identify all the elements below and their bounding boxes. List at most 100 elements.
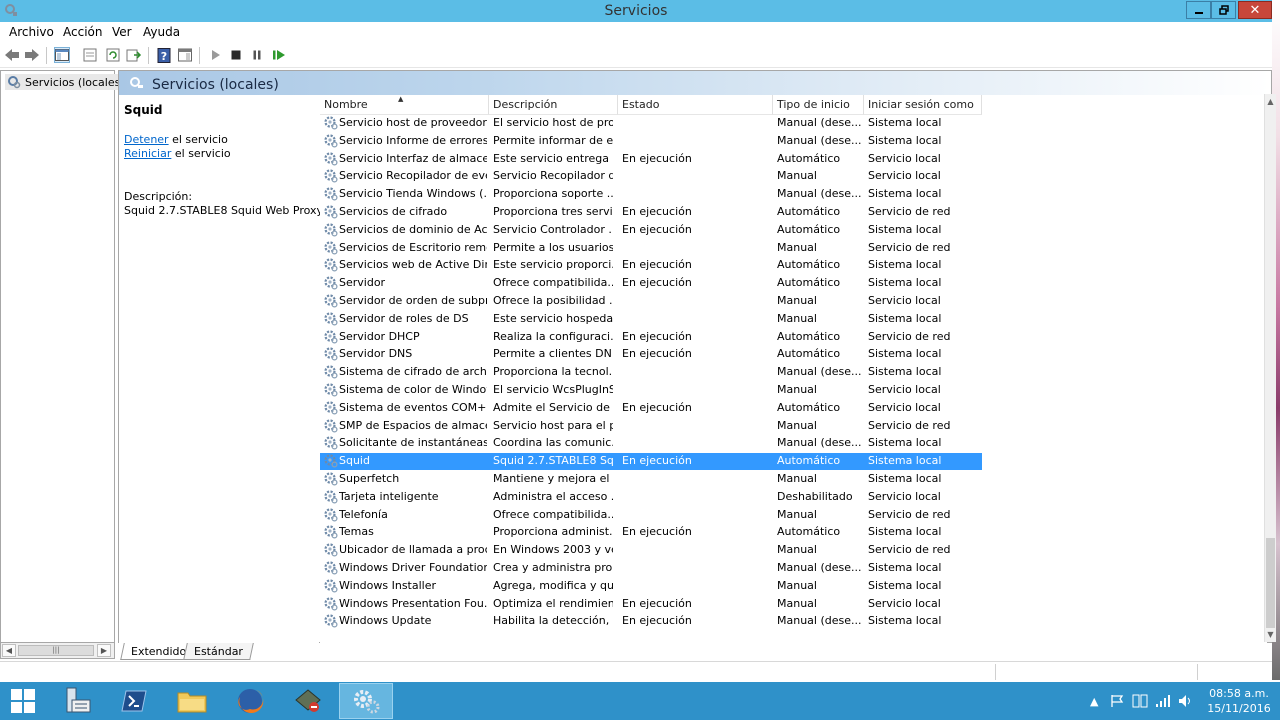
service-row[interactable]: Servidor DHCP Realiza la configuraci... En… (320, 329, 982, 346)
stop-service-button[interactable] (228, 47, 244, 63)
service-row[interactable]: Sistema de color de Windows El servicio W… (320, 382, 982, 399)
column-header-logon-as[interactable]: Iniciar sesión como (864, 95, 982, 115)
service-row[interactable]: Servicio Interfaz de almacen... Este serv… (320, 151, 982, 168)
service-description: Este servicio entrega n... (493, 151, 613, 165)
column-header-startup-type[interactable]: Tipo de inicio (773, 95, 864, 115)
minimize-button[interactable] (1186, 1, 1211, 19)
service-gear-icon (323, 151, 338, 166)
properties-button[interactable] (82, 47, 98, 63)
service-row[interactable]: Servicio Informe de errores ... Permite i… (320, 133, 982, 150)
stop-service-link[interactable]: Detener (124, 133, 169, 146)
service-gear-icon (323, 257, 338, 272)
windows-logo-icon (11, 689, 35, 713)
start-service-button[interactable] (207, 47, 223, 63)
server-manager-button[interactable] (50, 683, 104, 719)
service-row[interactable]: Windows Update Habilita la detección, ...… (320, 613, 982, 630)
restart-service-link[interactable]: Reiniciar (124, 147, 171, 160)
service-row[interactable]: Telefonía Ofrece compatibilida... Manual Se… (320, 507, 982, 524)
service-row[interactable]: Superfetch Mantiene y mejora el ... Manual… (320, 471, 982, 488)
action-center-icon[interactable] (1110, 692, 1124, 710)
services-gears-icon (354, 690, 380, 714)
service-row[interactable]: Temas Proporciona administ... En ejecución… (320, 524, 982, 541)
tab-extendido-label: Extendido (131, 645, 187, 658)
scroll-right-icon[interactable]: ▶ (97, 644, 111, 657)
console-tree: Servicios (locales) (0, 70, 127, 643)
service-row[interactable]: Servicios de cifrado Proporciona tres ser… (320, 204, 982, 221)
show-action-pane-button[interactable] (177, 47, 193, 63)
export-list-button[interactable] (126, 47, 142, 63)
service-logon-as: Servicio de red (868, 507, 951, 521)
service-row[interactable]: Servidor DNS Permite a clientes DN... En e… (320, 346, 982, 363)
service-row[interactable]: Servicios web de Active Dire... Este serv… (320, 257, 982, 274)
service-row[interactable]: SMP de Espacios de almace... Servicio hos… (320, 418, 982, 435)
service-row[interactable]: Servidor de roles de DS Este servicio hos… (320, 311, 982, 328)
refresh-button[interactable] (105, 47, 121, 63)
service-name: Windows Installer (339, 578, 437, 592)
service-gear-icon (323, 578, 338, 593)
network-status-icon[interactable] (1155, 692, 1171, 710)
tree-item-services-local[interactable]: Servicios (locales) (5, 74, 127, 90)
service-row[interactable]: Ubicador de llamada a proc... En Windows … (320, 542, 982, 559)
service-gear-icon (323, 613, 338, 628)
help-button[interactable]: ? (156, 47, 172, 63)
menu-archivo[interactable]: Archivo (9, 25, 54, 39)
scroll-down-icon[interactable]: ▼ (1265, 629, 1276, 640)
scroll-thumb[interactable]: ||| (18, 645, 94, 656)
restore-button[interactable] (1211, 1, 1236, 19)
scroll-left-icon[interactable]: ◀ (2, 644, 16, 657)
service-name: Servicio Interfaz de almacen... (339, 151, 487, 165)
restart-service-button[interactable] (271, 47, 287, 63)
pause-service-button[interactable] (249, 47, 265, 63)
network-tool-button[interactable] (281, 683, 335, 719)
tab-estandar[interactable]: Estándar (183, 643, 254, 660)
service-row[interactable]: Servicio Tienda Windows (... Proporciona … (320, 186, 982, 203)
service-row[interactable]: Servicio host de proveedor ... El servici… (320, 115, 982, 132)
forward-button[interactable] (24, 47, 40, 63)
volume-icon[interactable] (1178, 692, 1194, 710)
menu-ver[interactable]: Ver (112, 25, 132, 39)
export-icon (126, 49, 142, 62)
back-button[interactable] (4, 47, 20, 63)
column-header-name[interactable]: Nombre ▲ (320, 95, 489, 115)
service-state: En ejecución (622, 347, 692, 361)
services-taskbar-button[interactable] (339, 683, 393, 719)
service-row[interactable]: Servidor de orden de subpr... Ofrece la p… (320, 293, 982, 310)
start-button[interactable] (0, 683, 46, 719)
show-hidden-icons-button[interactable]: ▲ (1090, 692, 1098, 710)
tree-horizontal-scrollbar[interactable]: ◀ ||| ▶ (0, 642, 115, 659)
column-header-description[interactable]: Descripción (489, 95, 618, 115)
service-row[interactable]: Sistema de eventos COM+ Admite el Servici… (320, 400, 982, 417)
file-explorer-button[interactable] (165, 683, 219, 719)
service-row[interactable]: Servidor Ofrece compatibilida... En ejecuc… (320, 275, 982, 292)
service-row[interactable]: Tarjeta inteligente Administra el acceso … (320, 489, 982, 506)
service-name: Servidor de orden de subpr... (339, 294, 487, 307)
device-icon[interactable] (1132, 692, 1148, 710)
window-title: Servicios (604, 3, 668, 19)
service-gear-icon (323, 329, 338, 344)
view-tabs: Extendido Estándar (118, 643, 1272, 661)
list-vertical-scrollbar[interactable]: ▲ ▼ (1264, 94, 1276, 642)
taskbar-clock[interactable]: 08:58 a.m. 15/11/2016 (1200, 686, 1278, 716)
service-row[interactable]: Windows Driver Foundation... Crea y admin… (320, 560, 982, 577)
service-description: El servicio host de pro... (493, 116, 613, 129)
service-row[interactable]: Servicio Recopilador de eve... Servicio R… (320, 168, 982, 185)
service-row[interactable]: Sistema de cifrado de archi... Proporcion… (320, 364, 982, 381)
service-row[interactable]: Solicitante de instantáneas ... Coordina … (320, 435, 982, 452)
service-row[interactable]: Windows Installer Agrega, modifica y qu..… (320, 578, 982, 595)
firefox-button[interactable] (223, 683, 277, 719)
service-row[interactable]: Servicios de dominio de Act... Servicio C… (320, 222, 982, 239)
service-row[interactable]: Servicios de Escritorio remoto Permite a … (320, 240, 982, 257)
service-row[interactable]: Squid Squid 2.7.STABLE8 Sq... En ejecución… (320, 453, 982, 471)
powershell-button[interactable] (107, 683, 161, 719)
show-hide-console-tree-button[interactable] (54, 47, 70, 63)
service-startup-type: Manual (777, 507, 817, 521)
menu-ayuda[interactable]: Ayuda (143, 25, 180, 39)
service-row[interactable]: Windows Presentation Fou... Optimiza el r… (320, 596, 982, 613)
menu-accion[interactable]: Acción (63, 25, 102, 39)
service-description: Proporciona la tecnol... (493, 365, 613, 379)
vertical-scroll-thumb[interactable] (1266, 538, 1275, 628)
column-header-state[interactable]: Estado (618, 95, 773, 115)
scroll-up-icon[interactable]: ▲ (1265, 96, 1276, 107)
close-button[interactable]: ✕ (1238, 1, 1272, 19)
service-state: En ejecución (622, 614, 692, 628)
